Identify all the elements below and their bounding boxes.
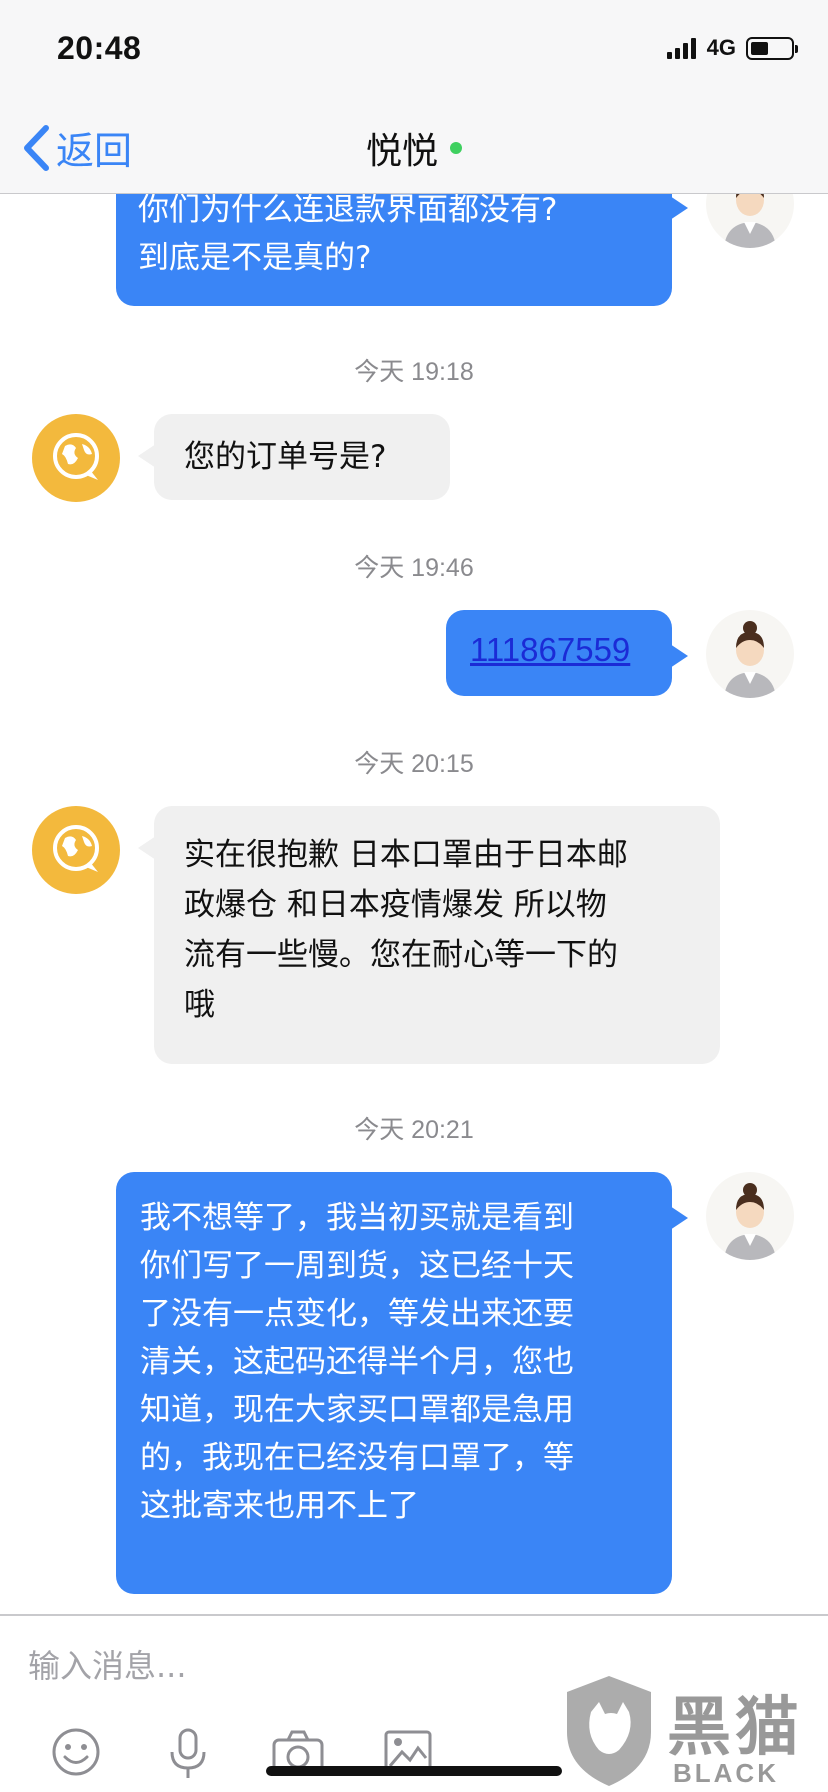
top-bar: 20:48 4G 返回 悦悦 xyxy=(0,0,828,194)
chat-header: 悦悦 xyxy=(0,122,828,174)
message-line: 实在很抱歉 日本口罩由于日本邮 xyxy=(184,837,628,873)
microphone-icon[interactable] xyxy=(160,1724,216,1780)
message-timestamp: 今天 20:15 xyxy=(354,750,474,778)
message-line: 到底是不是真的? xyxy=(138,240,372,276)
message-line: 了没有一点变化，等发出来还要 xyxy=(140,1296,574,1332)
message-line: 这批寄来也用不上了 xyxy=(140,1488,419,1524)
message-line: 知道，现在大家买口罩都是急用 xyxy=(140,1392,574,1428)
incoming-message-bubble[interactable]: 您的订单号是? xyxy=(138,414,450,500)
chat-globe-icon xyxy=(53,433,99,480)
user-avatar[interactable] xyxy=(706,1172,794,1260)
message-timestamp: 今天 20:21 xyxy=(354,1116,474,1144)
status-indicators: 4G xyxy=(666,34,798,62)
chat-globe-icon xyxy=(53,825,99,872)
incoming-message-bubble[interactable]: 实在很抱歉 日本口罩由于日本邮 政爆仓 和日本疫情爆发 所以物 流有一些慢。您在… xyxy=(138,806,720,1064)
battery-icon xyxy=(746,36,798,60)
user-avatar[interactable] xyxy=(706,610,794,698)
message-line: 哦 xyxy=(184,987,215,1023)
message-line: 流有一些慢。您在耐心等一下的 xyxy=(184,937,618,973)
watermark-subtitle: BLACK CAT xyxy=(673,1758,779,1792)
black-cat-watermark: 黑猫 BLACK CAT xyxy=(555,1672,828,1792)
chat-title: 悦悦 xyxy=(365,131,438,172)
message-timestamp: 今天 19:46 xyxy=(354,554,474,582)
message-line: 的，我现在已经没有口罩了，等 xyxy=(140,1440,574,1476)
message-line: 政爆仓 和日本疫情爆发 所以物 xyxy=(184,887,607,923)
message-line: 清关，这起码还得半个月，您也 xyxy=(140,1344,574,1380)
outgoing-message-bubble[interactable]: 我不想等了，我当初买就是看到 你们写了一周到货，这已经十天 了没有一点变化，等发… xyxy=(116,1172,688,1594)
watermark-title: 黑猫 xyxy=(667,1691,803,1765)
message-line: 您的订单号是? xyxy=(184,439,387,475)
message-line: 我不想等了，我当初买就是看到 xyxy=(140,1200,574,1236)
user-avatar-icon xyxy=(724,621,776,698)
agent-avatar[interactable] xyxy=(32,414,120,502)
user-avatar-icon xyxy=(724,1183,776,1260)
order-number-link[interactable]: 111867559 xyxy=(470,631,630,668)
outgoing-message-bubble[interactable]: 111867559 xyxy=(446,610,688,696)
message-line: 你们写了一周到货，这已经十天 xyxy=(140,1248,574,1284)
online-status-dot xyxy=(450,142,462,154)
emoji-icon[interactable] xyxy=(48,1724,104,1780)
message-timestamp: 今天 19:18 xyxy=(354,358,474,386)
agent-avatar[interactable] xyxy=(32,806,120,894)
message-input[interactable] xyxy=(28,1640,548,1692)
cat-logo-icon xyxy=(567,1676,651,1786)
status-time: 20:48 xyxy=(57,30,142,66)
network-type: 4G xyxy=(706,35,736,60)
home-indicator[interactable] xyxy=(266,1766,562,1776)
cellular-signal-icon xyxy=(666,37,699,59)
